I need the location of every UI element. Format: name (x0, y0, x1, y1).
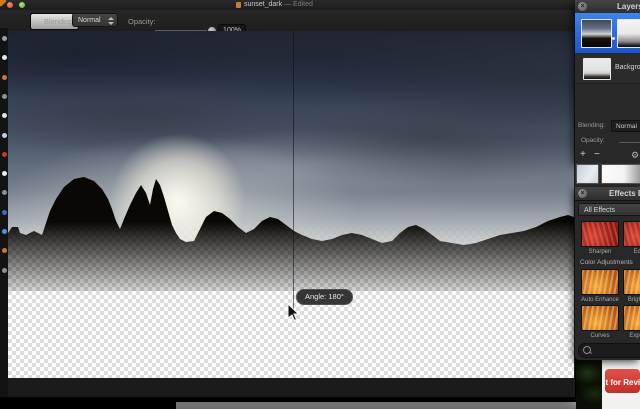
titlebar: sunset_dark — Edited (0, 0, 575, 10)
gradient-drag-line[interactable] (293, 31, 294, 312)
tool-icon[interactable] (2, 132, 7, 138)
angle-tooltip: Angle: 180° (296, 289, 353, 305)
effect-thumbnail-sharpen[interactable] (581, 221, 619, 247)
close-window-button[interactable] (7, 2, 13, 8)
zoom-window-button[interactable] (19, 2, 25, 8)
tool-icon[interactable] (2, 151, 7, 157)
remove-layer-button[interactable]: − (594, 149, 600, 161)
window-title: sunset_dark — Edited (244, 1, 313, 8)
effect-label: Sharpen (588, 249, 612, 255)
layers-palette-header: × Layers (575, 0, 640, 14)
mask-link-icon (612, 37, 615, 40)
panel-opacity-slider[interactable] (619, 142, 640, 143)
effects-search-input[interactable] (578, 343, 640, 358)
background-window-strip (176, 402, 640, 409)
gradient-swatch-blue[interactable] (576, 164, 599, 184)
search-icon (583, 346, 591, 354)
effect-thumbnail-exposure[interactable] (623, 305, 640, 331)
mouse-cursor-icon (287, 303, 299, 321)
background-layer-row[interactable]: Background (575, 53, 640, 84)
effects-palette-title: Effects Browser (609, 189, 640, 198)
effects-browser-palette: × Effects Browser All Effects Sharpen Ed… (575, 187, 640, 360)
background-layer-name: Background (615, 64, 640, 71)
blending-dropdown[interactable]: Normal (72, 13, 118, 27)
panel-blending-label: Blending: (578, 122, 606, 129)
effects-section-label: Color Adjustments (580, 259, 633, 266)
screen: Submit for Review sunset_dark — Edited B… (0, 0, 640, 409)
sunset-photo (8, 31, 574, 378)
tools-palette (0, 28, 8, 397)
effects-palette-header: × Effects Browser (575, 187, 640, 201)
effect-label: Exposure (629, 333, 640, 339)
selected-layer-row[interactable] (575, 13, 640, 53)
layer-thumbnail[interactable] (581, 19, 612, 48)
background-layer-thumbnail[interactable] (583, 58, 611, 80)
tool-icon[interactable] (2, 74, 7, 80)
effect-thumbnail-brightness[interactable] (623, 269, 640, 295)
effect-label: Curves (590, 333, 610, 339)
close-palette-icon[interactable]: × (578, 2, 587, 11)
effect-thumbnail-auto-enhance[interactable] (581, 269, 619, 295)
effect-thumbnail-edges[interactable] (623, 221, 640, 247)
gradient-swatch-white[interactable] (601, 164, 640, 184)
opacity-label: Opacity: (128, 17, 156, 26)
layers-palette-title: Layers (617, 2, 640, 11)
layer-mask-thumbnail[interactable] (617, 19, 640, 48)
panel-opacity-label: Opacity: (581, 137, 605, 144)
submit-for-review-button[interactable]: Submit for Review (605, 369, 640, 393)
tool-icon[interactable] (2, 248, 7, 254)
tool-icon[interactable] (2, 55, 7, 61)
add-layer-button[interactable]: + (580, 149, 586, 161)
tool-icon[interactable] (2, 267, 7, 273)
tool-icon[interactable] (2, 190, 7, 196)
app-window: sunset_dark — Edited Blending: Normal Op… (0, 0, 575, 397)
tool-icon[interactable] (2, 93, 7, 99)
effect-label: Auto Enhance (581, 297, 619, 303)
effects-category-dropdown[interactable]: All Effects (578, 203, 640, 216)
blending-label: Blending: (44, 17, 76, 26)
effect-thumbnail-curves[interactable] (581, 305, 619, 331)
dropdown-stepper-icon (108, 17, 114, 25)
edited-badge: — Edited (284, 1, 313, 8)
tool-icon[interactable] (2, 36, 7, 41)
background-image-thumbnail (576, 358, 602, 409)
tool-options-bar: Blending: Normal Opacity: 100% (0, 10, 575, 38)
tool-icon[interactable] (2, 209, 7, 215)
layers-palette: × Layers Background Blending: Normal Opa… (575, 0, 640, 163)
tool-icon[interactable] (2, 171, 7, 177)
effect-label: Edges (633, 249, 640, 255)
tree-silhouette (8, 177, 574, 291)
submit-for-review-label: Submit for Review (605, 378, 640, 387)
gradient-presets-strip (575, 163, 640, 187)
gear-icon[interactable]: ⚙ (631, 149, 639, 161)
panel-blending-dropdown[interactable]: Normal (611, 120, 640, 132)
document-icon (236, 2, 241, 8)
tool-icon[interactable] (2, 229, 7, 234)
tool-icon[interactable] (2, 113, 7, 119)
canvas[interactable]: Angle: 180° (8, 31, 574, 378)
close-palette-icon[interactable]: × (578, 189, 587, 198)
effect-label: Brightness (627, 297, 640, 303)
